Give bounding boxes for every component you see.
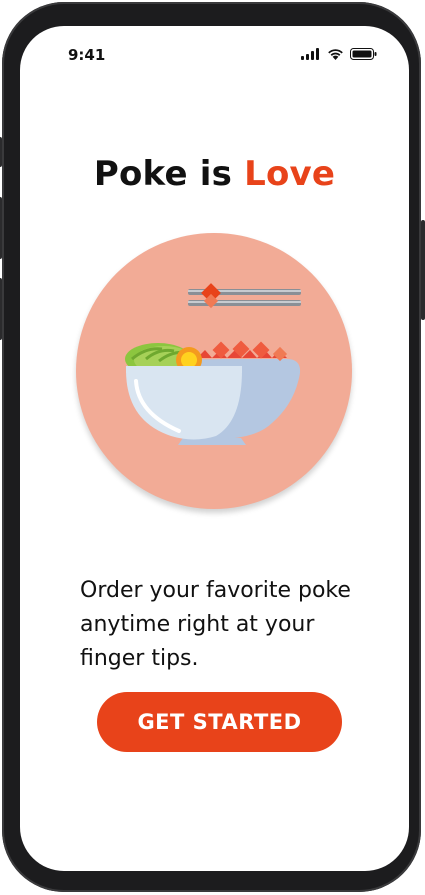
status-bar: 9:41 [20, 26, 409, 76]
volume-down-button [0, 278, 2, 340]
status-icons [301, 48, 377, 60]
cellular-signal-icon [301, 48, 319, 60]
battery-icon [350, 48, 377, 60]
mute-switch [0, 137, 2, 167]
description-text: Order your favorite poke anytime right a… [80, 578, 351, 671]
poke-bowl-illustration [125, 283, 301, 445]
wifi-icon [328, 49, 343, 60]
app-screen: 9:41 Poke is Love Order your favorite po… [20, 26, 409, 871]
hero-illustration [76, 233, 352, 509]
status-time: 9:41 [68, 46, 106, 64]
power-button [421, 220, 425, 320]
title-accent: Love [244, 154, 336, 194]
volume-up-button [0, 197, 2, 259]
phone-frame: 9:41 Poke is Love Order your favorite po… [0, 2, 425, 892]
chopsticks-icon [188, 283, 301, 309]
title-main: Poke is [93, 154, 245, 194]
page-title: Poke is Love [20, 154, 409, 194]
poke-bowl-icon [125, 340, 301, 445]
get-started-button[interactable]: GET STARTED [97, 692, 342, 752]
